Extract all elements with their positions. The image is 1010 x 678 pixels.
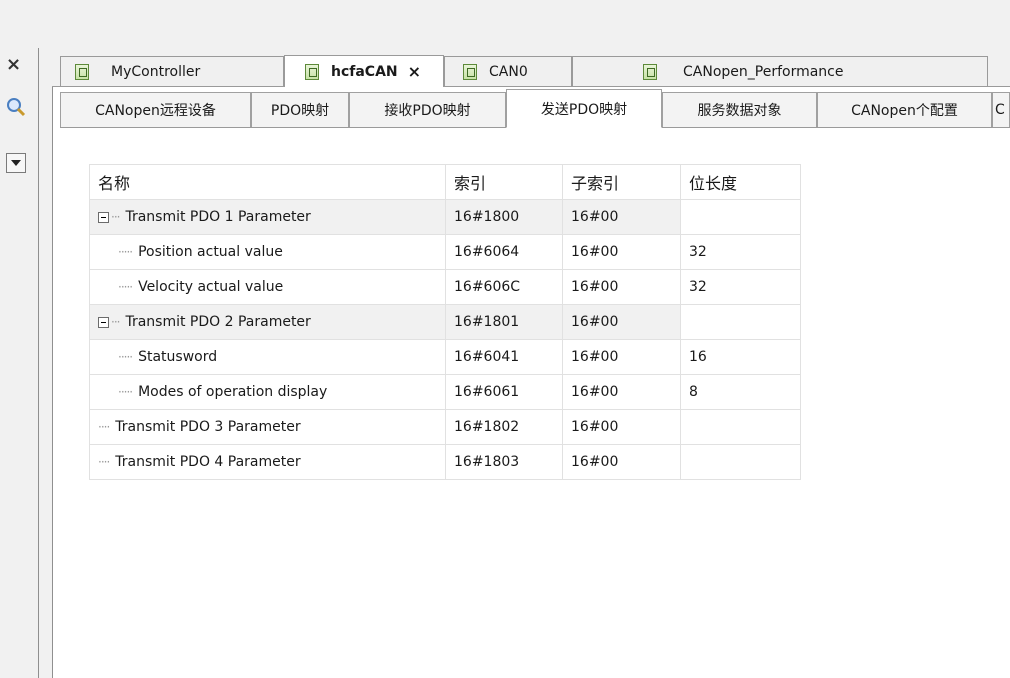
row-bitlen: 8: [680, 374, 801, 410]
row-subindex: 16#00: [562, 304, 681, 340]
tab-receive-pdo-mapping[interactable]: 接收PDO映射: [349, 92, 506, 127]
row-name: Transmit PDO 1 Parameter: [125, 209, 311, 225]
table-row[interactable]: ····· Position actual value 16#6064 16#00…: [89, 234, 801, 270]
doc-tab-canopen-performance[interactable]: CANopen_Performance: [572, 56, 988, 86]
transmit-pdo-mapping-table: 名称 索引 子索引 位长度 ··· Transmit PDO 1 Paramete…: [89, 164, 801, 480]
tab-label: 服务数据对象: [697, 103, 782, 119]
tab-label: CANopen个配置: [851, 103, 958, 119]
row-bitlen: 32: [680, 234, 801, 270]
row-subindex: 16#00: [562, 339, 681, 375]
tab-canopen-config[interactable]: CANopen个配置: [817, 92, 992, 127]
row-subindex: 16#00: [562, 374, 681, 410]
row-name: Velocity actual value: [138, 279, 284, 295]
device-icon: [643, 63, 657, 80]
row-name: Statusword: [138, 349, 218, 365]
row-index: 16#6061: [445, 374, 563, 410]
doc-tab-label: MyController: [111, 63, 201, 80]
row-subindex: 16#00: [562, 444, 681, 480]
tab-label: 发送PDO映射: [540, 101, 628, 118]
row-subindex: 16#00: [562, 234, 681, 270]
tab-pdo-mapping[interactable]: PDO映射: [251, 92, 349, 127]
device-icon: [305, 63, 319, 80]
column-header-name[interactable]: 名称: [89, 164, 446, 200]
row-name: Position actual value: [138, 244, 283, 260]
tree-connector: ·····: [118, 350, 133, 364]
row-index: 16#1802: [445, 409, 563, 445]
table-row[interactable]: ····· Velocity actual value 16#606C 16#00…: [89, 269, 801, 305]
device-icon: [75, 63, 89, 80]
tab-canopen-remote-device[interactable]: CANopen远程设备: [60, 92, 251, 127]
doc-tab-label: CAN0: [489, 63, 528, 80]
tab-label: 接收PDO映射: [384, 103, 471, 119]
tree-connector: ···: [111, 315, 121, 329]
tab-transmit-pdo-mapping[interactable]: 发送PDO映射: [506, 89, 662, 128]
left-side-panel: [0, 48, 39, 678]
search-icon[interactable]: [5, 96, 27, 118]
table-row[interactable]: ··· Transmit PDO 2 Parameter 16#1801 16#0…: [89, 304, 801, 340]
doc-tab-mycontroller[interactable]: MyController: [60, 56, 284, 86]
doc-tab-can0[interactable]: CAN0: [444, 56, 572, 86]
tab-label: PDO映射: [270, 103, 330, 119]
row-index: 16#6064: [445, 234, 563, 270]
tree-connector: ·····: [118, 280, 133, 294]
row-bitlen: [680, 409, 801, 445]
dropdown-icon[interactable]: [6, 153, 26, 173]
row-index: 16#1803: [445, 444, 563, 480]
device-icon: [463, 63, 477, 80]
tree-connector: ·····: [118, 245, 133, 259]
row-bitlen: [680, 199, 801, 235]
doc-tab-label: CANopen_Performance: [683, 63, 844, 80]
row-index: 16#1801: [445, 304, 563, 340]
tab-sdo[interactable]: 服务数据对象: [662, 92, 817, 127]
row-index: 16#1800: [445, 199, 563, 235]
row-subindex: 16#00: [562, 199, 681, 235]
table-row[interactable]: ···· Transmit PDO 3 Parameter 16#1802 16#…: [89, 409, 801, 445]
collapse-icon[interactable]: [98, 211, 109, 223]
column-header-subindex[interactable]: 子索引: [562, 164, 681, 200]
column-header-bit-length[interactable]: 位长度: [680, 164, 801, 200]
tree-connector: ····: [98, 420, 110, 434]
tab-label: CANopen远程设备: [95, 103, 216, 119]
tab-label: C: [995, 102, 1005, 118]
table-row[interactable]: ··· Transmit PDO 1 Parameter 16#1800 16#0…: [89, 199, 801, 235]
row-bitlen: 16: [680, 339, 801, 375]
doc-tab-label: hcfaCAN: [331, 63, 398, 80]
row-subindex: 16#00: [562, 269, 681, 305]
row-bitlen: [680, 444, 801, 480]
row-name: Transmit PDO 2 Parameter: [125, 314, 311, 330]
row-index: 16#6041: [445, 339, 563, 375]
tab-overflow[interactable]: C: [992, 92, 1010, 127]
row-subindex: 16#00: [562, 409, 681, 445]
row-name: Transmit PDO 4 Parameter: [115, 454, 301, 470]
row-index: 16#606C: [445, 269, 563, 305]
row-name: Modes of operation display: [138, 384, 328, 400]
close-icon[interactable]: ×: [6, 54, 21, 75]
table-header-row: 名称 索引 子索引 位长度: [89, 164, 801, 200]
table-row[interactable]: ···· Transmit PDO 4 Parameter 16#1803 16#…: [89, 444, 801, 480]
document-tab-bar: MyController hcfaCAN × CAN0 CANopen_Perf…: [52, 48, 1010, 87]
tree-connector: ····: [98, 455, 110, 469]
row-bitlen: [680, 304, 801, 340]
table-row[interactable]: ····· Statusword 16#6041 16#00 16: [89, 339, 801, 375]
editor-tab-bar: CANopen远程设备 PDO映射 接收PDO映射 发送PDO映射 服务数据对象…: [60, 89, 1010, 128]
row-bitlen: 32: [680, 269, 801, 305]
collapse-icon[interactable]: [98, 316, 109, 328]
table-row[interactable]: ····· Modes of operation display 16#6061 …: [89, 374, 801, 410]
tree-connector: ···: [111, 210, 121, 224]
row-name: Transmit PDO 3 Parameter: [115, 419, 301, 435]
close-tab-icon[interactable]: ×: [408, 62, 421, 81]
column-header-index[interactable]: 索引: [445, 164, 563, 200]
tree-connector: ·····: [118, 385, 133, 399]
doc-tab-hcfacan[interactable]: hcfaCAN ×: [284, 55, 444, 87]
